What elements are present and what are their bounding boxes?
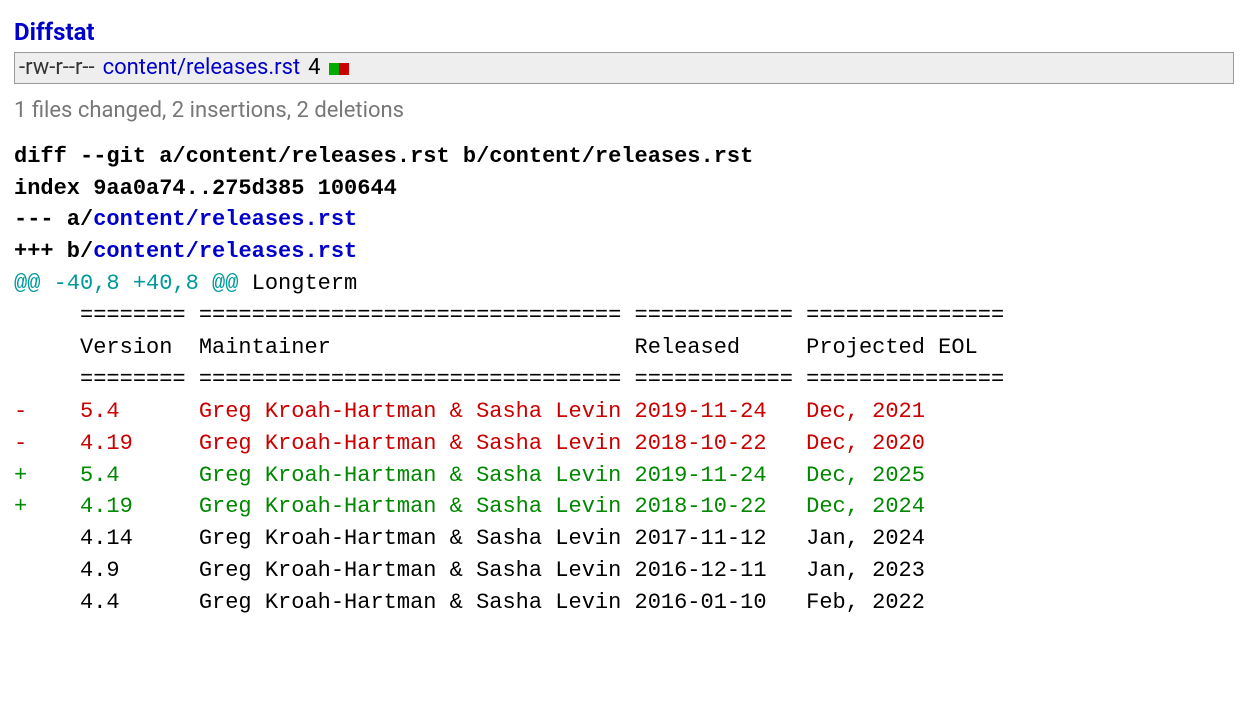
hunk-header: @@ -40,8 +40,8 @@ Longterm (14, 271, 357, 296)
diffstat-table: -rw-r--r-- content/releases.rst 4 (14, 52, 1234, 84)
diff-ctx-line: ======== ===============================… (14, 367, 1004, 392)
stat-bar (329, 56, 349, 81)
file-mode: -rw-r--r-- (15, 53, 99, 84)
diffstat-row: -rw-r--r-- content/releases.rst 4 (15, 53, 1234, 84)
diff-del-line: - 5.4 Greg Kroah-Hartman & Sasha Levin 2… (14, 399, 991, 424)
diff-del-line: - 4.19 Greg Kroah-Hartman & Sasha Levin … (14, 431, 991, 456)
diff-add-line: + 4.19 Greg Kroah-Hartman & Sasha Levin … (14, 494, 991, 519)
diff-minus-file: --- a/content/releases.rst (14, 207, 357, 232)
stat-bar-cell (325, 53, 353, 84)
diff-ctx-line: 4.4 Greg Kroah-Hartman & Sasha Levin 201… (14, 590, 991, 615)
diff-ctx-line: 4.9 Greg Kroah-Hartman & Sasha Levin 201… (14, 558, 991, 583)
old-file-link[interactable]: content/releases.rst (93, 207, 357, 232)
new-file-link[interactable]: content/releases.rst (93, 239, 357, 264)
diffstat-heading: Diffstat (14, 18, 1234, 46)
diffstat-summary: 1 files changed, 2 insertions, 2 deletio… (14, 98, 1234, 123)
diff-ctx-line: ======== ===============================… (14, 303, 1004, 328)
file-cell: content/releases.rst (99, 53, 305, 84)
diff-plus-file: +++ b/content/releases.rst (14, 239, 357, 264)
diff-block: diff --git a/content/releases.rst b/cont… (14, 141, 1234, 619)
diff-index: index 9aa0a74..275d385 100644 (14, 176, 397, 201)
file-link[interactable]: content/releases.rst (103, 55, 301, 80)
diff-add-line: + 5.4 Greg Kroah-Hartman & Sasha Levin 2… (14, 463, 991, 488)
diff-ctx-line: 4.14 Greg Kroah-Hartman & Sasha Levin 20… (14, 526, 991, 551)
change-count: 4 (304, 53, 324, 84)
diff-header: diff --git a/content/releases.rst b/cont… (14, 144, 753, 169)
diff-ctx-line: Version Maintainer Released Projected EO… (14, 335, 991, 360)
